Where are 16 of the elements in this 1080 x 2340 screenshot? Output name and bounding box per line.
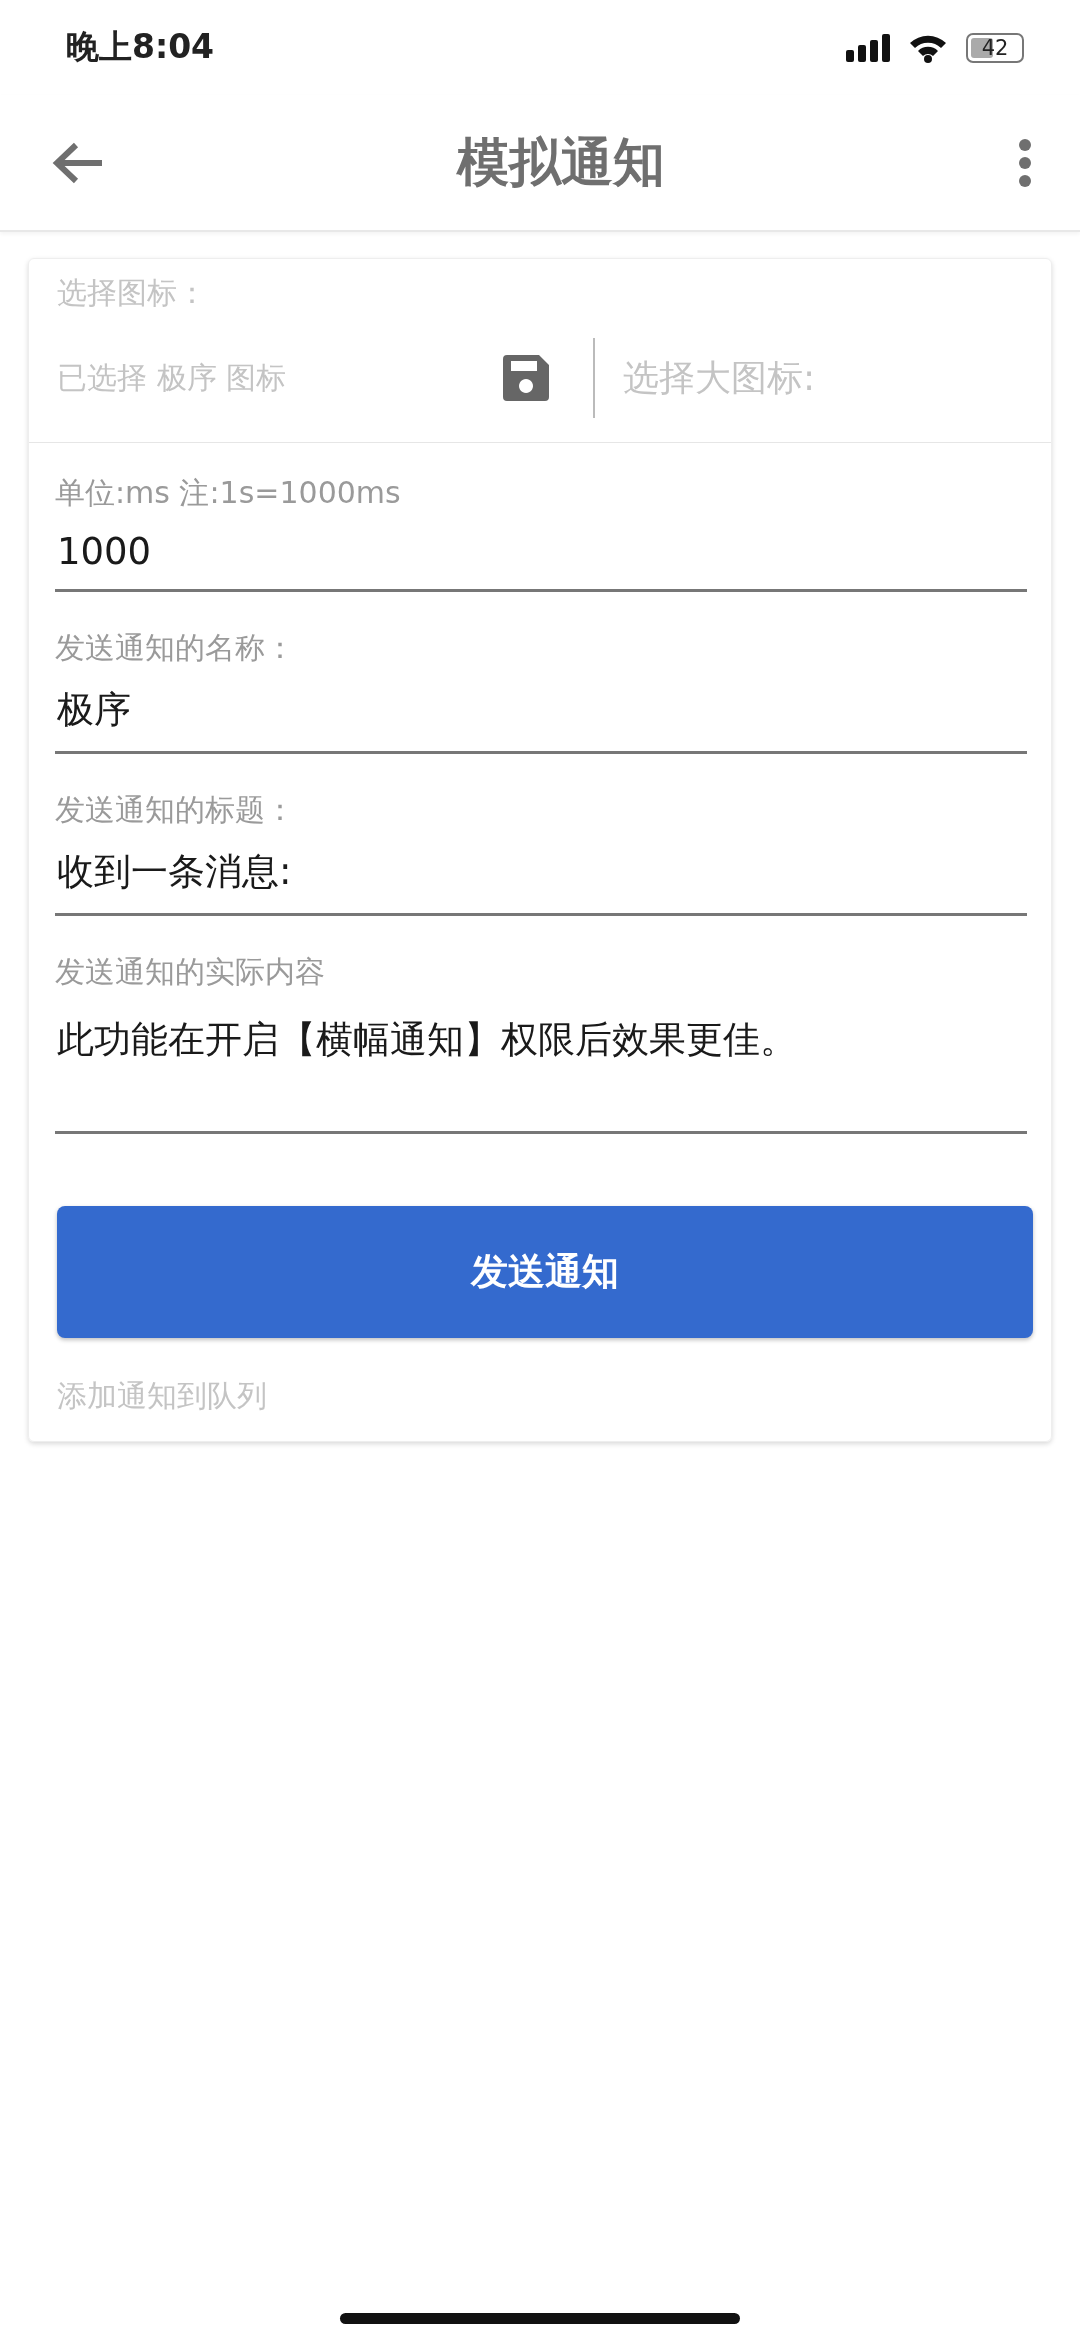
icon-picker-label: 选择图标： — [57, 274, 208, 312]
input-field[interactable]: 1000 — [55, 514, 1027, 592]
input-field[interactable]: 极序 — [55, 669, 1027, 754]
send-notification-button[interactable]: 发送通知 — [57, 1206, 1033, 1338]
field-label: 发送通知的标题： — [55, 791, 296, 829]
field-label: 单位:ms 注:1s=1000ms — [55, 474, 402, 512]
input-field[interactable]: 收到一条消息: — [55, 831, 1027, 916]
field-label: 发送通知的实际内容 — [55, 953, 326, 991]
battery-icon: 42 — [966, 32, 1024, 63]
status-time: 晚上8:04 — [66, 26, 215, 68]
screen-title: 模拟通知 — [457, 130, 665, 194]
text-area-field[interactable]: 此功能在开启【横幅通知】权限后效果更佳。 — [55, 993, 1027, 1134]
back-arrow-icon[interactable] — [52, 140, 104, 185]
signal-icon — [846, 33, 890, 62]
more-options-icon[interactable] — [1018, 137, 1032, 188]
field-label: 发送通知的名称： — [55, 629, 296, 667]
